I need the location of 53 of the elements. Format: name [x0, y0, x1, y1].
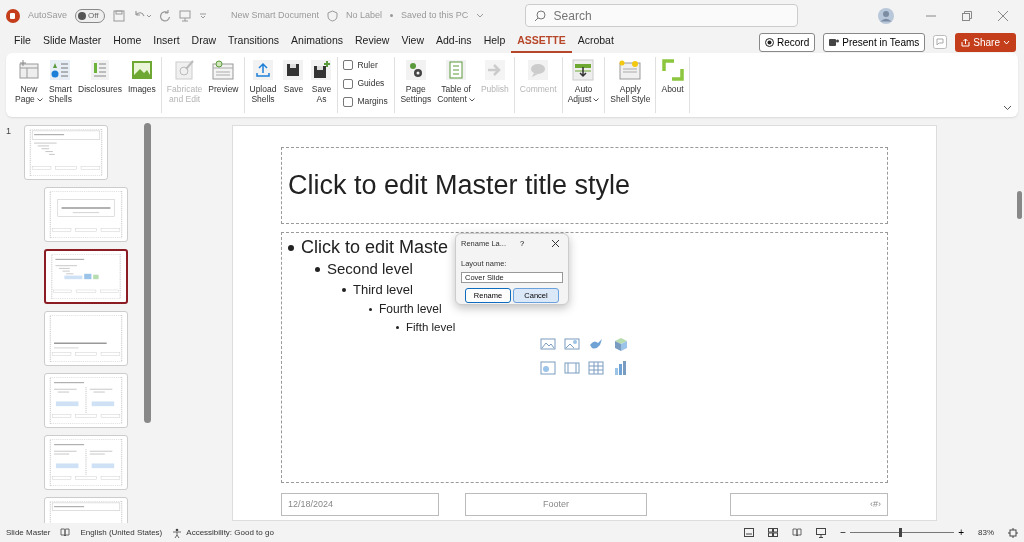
menu-tab[interactable]: Home [107, 31, 148, 53]
menu-tab[interactable]: Draw [185, 31, 223, 53]
zoom-in-button[interactable]: + [958, 527, 964, 538]
zoom-out-button[interactable]: − [840, 527, 847, 538]
menu-tab[interactable]: Help [477, 31, 512, 53]
save-status: Saved to this PC [401, 8, 469, 22]
autosave-toggle[interactable]: Off [75, 8, 106, 23]
slide-number: 1 [6, 125, 12, 138]
menu-tab[interactable]: Slide Master [36, 31, 108, 53]
language-label[interactable]: English (United States) [80, 526, 163, 539]
search-field[interactable]: Search [524, 4, 798, 27]
ribbon-button[interactable]: Save As [308, 57, 335, 113]
zoom-percent[interactable]: 83% [978, 526, 994, 539]
share-button[interactable]: Share [955, 32, 1016, 52]
ribbon-button[interactable]: Upload Shells [247, 57, 279, 113]
accessibility-status[interactable]: Accessibility: Good to go [186, 526, 274, 539]
menu-tab[interactable]: Transitions [222, 31, 286, 53]
footer-placeholder[interactable]: Footer [465, 493, 647, 516]
ribbon-button[interactable]: About [659, 57, 686, 113]
title-placeholder[interactable]: Click to edit Master title style [281, 147, 888, 224]
document-title: New Smart Document [231, 8, 320, 22]
date-placeholder[interactable]: 12/18/2024 [281, 493, 440, 516]
slide-number-placeholder[interactable]: ‹#› [729, 493, 888, 516]
menu-tab[interactable]: Review [349, 31, 396, 53]
ribbon-button[interactable]: Preview [206, 57, 241, 113]
menu-tab[interactable]: Insert [147, 31, 186, 53]
record-button[interactable]: Record [759, 32, 816, 52]
bullet-text: Fourth level [379, 301, 442, 318]
present-in-teams-button[interactable]: Present in Teams [823, 32, 926, 52]
ribbon-button[interactable]: Page Settings [398, 57, 434, 113]
ribbon-button[interactable]: Smart Shells [46, 57, 74, 113]
checkbox[interactable]: Margins [341, 94, 392, 109]
ribbon-button[interactable]: Apply Shell Style [608, 57, 653, 113]
checkbox[interactable]: Guides [341, 76, 392, 91]
ribbon-button[interactable]: New Page [13, 57, 45, 113]
menu-tab[interactable]: View [395, 31, 430, 53]
autosave-label: AutoSave [28, 8, 68, 22]
bullet-text: Third level [353, 281, 413, 299]
ribbon-button[interactable]: Images [125, 57, 158, 113]
menu-tab[interactable]: Add-ins [430, 31, 478, 53]
menu-tab[interactable]: Animations [285, 31, 349, 53]
view-name: Slide Master [6, 526, 51, 539]
menu-tab[interactable]: Acrobat [571, 31, 620, 53]
checkbox[interactable]: Ruler [341, 58, 392, 73]
ribbon-button[interactable]: Disclosures [76, 57, 124, 113]
bullet-text: Click to edit Maste [301, 236, 449, 259]
ribbon-button[interactable]: Table of Content [435, 57, 477, 113]
bullet-text: Fifth level [406, 320, 456, 336]
sensitivity-label: No Label [346, 8, 383, 22]
bullet-text: Second level [327, 259, 413, 279]
ribbon-button[interactable]: Save [280, 57, 307, 113]
menu-tab[interactable]: File [8, 31, 37, 53]
ribbon-button[interactable]: Auto Adjust [565, 57, 602, 113]
